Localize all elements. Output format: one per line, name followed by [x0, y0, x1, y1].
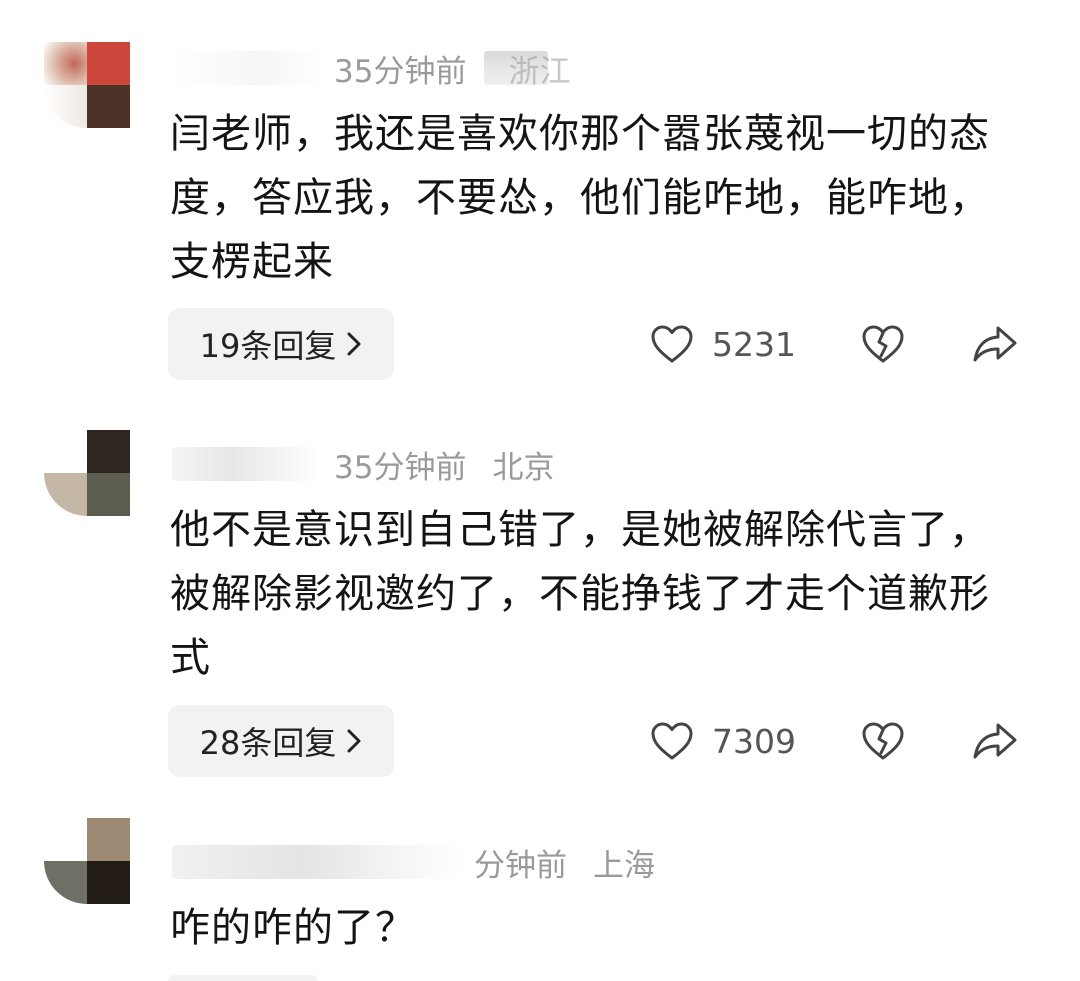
chevron-right-icon	[346, 728, 362, 754]
username-blurred[interactable]	[172, 447, 322, 481]
view-replies-button[interactable]: 28条回复	[168, 705, 394, 777]
comment-text: 闫老师，我还是喜欢你那个嚣张蔑视一切的态度，答应我，不要怂，他们能咋地，能咋地，…	[170, 111, 990, 285]
replies-label: 19条回复	[199, 327, 337, 365]
like-button[interactable]: 7309	[650, 705, 796, 777]
avatar-pixel	[87, 430, 130, 473]
comment-meta: 分钟前 上海	[172, 840, 655, 884]
avatar-pixel	[44, 818, 87, 861]
avatar-pixel	[87, 85, 130, 128]
dislike-button[interactable]	[858, 716, 908, 766]
comment-time: 35分钟前	[334, 53, 467, 90]
username-blurred[interactable]	[172, 845, 462, 879]
comment-location: 上海	[593, 847, 655, 884]
avatar[interactable]	[44, 42, 130, 128]
avatar-pixel	[44, 430, 87, 473]
view-replies-button-partial[interactable]	[168, 975, 318, 981]
view-replies-button[interactable]: 19条回复	[168, 308, 394, 380]
share-arrow-icon	[972, 721, 1018, 761]
avatar-pixel	[87, 861, 130, 904]
avatar-pixel	[44, 85, 87, 128]
comment-text: 咋的咋的了？	[170, 905, 416, 951]
avatar-pixel	[44, 473, 87, 516]
chevron-right-icon	[346, 331, 362, 357]
broken-heart-icon	[861, 721, 905, 761]
heart-outline-icon	[650, 324, 694, 364]
comment-time: 分钟前	[474, 847, 567, 884]
like-count: 5231	[712, 324, 796, 364]
avatar-pixel	[44, 861, 87, 904]
share-button[interactable]	[970, 319, 1020, 369]
avatar[interactable]	[44, 818, 130, 904]
comment-text: 他不是意识到自己错了，是她被解除代言了，被解除影视邀约了，不能挣钱了才走个道歉形…	[170, 507, 990, 681]
like-count: 7309	[712, 721, 796, 761]
avatar-pixel	[87, 42, 130, 85]
comment-location: 浙江	[508, 53, 571, 90]
comment-time: 35分钟前	[334, 449, 467, 486]
share-arrow-icon	[972, 324, 1018, 364]
dislike-button[interactable]	[858, 319, 908, 369]
like-button[interactable]: 5231	[650, 308, 796, 380]
avatar-pixel	[87, 818, 130, 861]
broken-heart-icon	[861, 324, 905, 364]
replies-label: 28条回复	[199, 724, 337, 762]
comment-meta: 35分钟前 浙江	[172, 46, 570, 90]
heart-outline-icon	[650, 721, 694, 761]
username-blurred[interactable]	[172, 51, 322, 85]
share-button[interactable]	[970, 716, 1020, 766]
avatar-pixel	[87, 473, 130, 516]
comment-meta: 35分钟前 北京	[172, 442, 554, 486]
avatar-pixel	[44, 42, 87, 85]
comment-location: 北京	[492, 449, 555, 486]
avatar[interactable]	[44, 430, 130, 516]
